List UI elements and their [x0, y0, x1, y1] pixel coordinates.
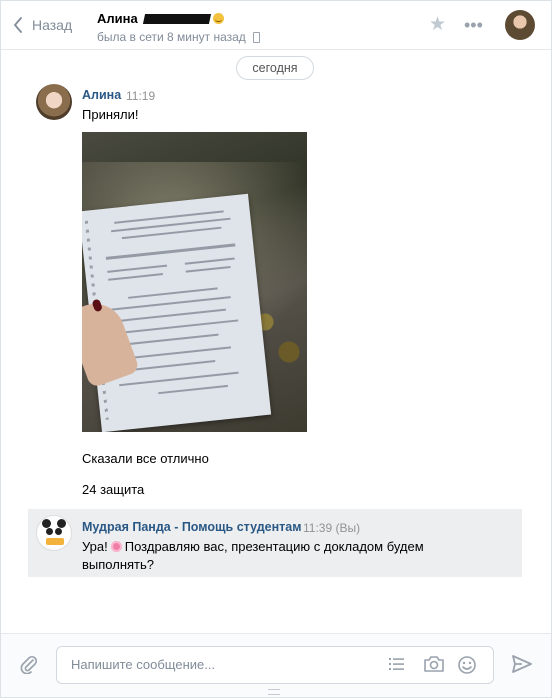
composer: Напишите сообщение... — [1, 633, 551, 697]
flower-emoji-icon — [110, 541, 122, 552]
status-text: была в сети 8 минут назад — [97, 30, 246, 44]
date-divider: сегодня — [236, 56, 314, 80]
contact-name[interactable]: Алина — [97, 11, 138, 26]
mobile-icon — [252, 31, 260, 43]
message-placeholder: Напишите сообщение... — [71, 657, 216, 672]
send-icon[interactable] — [511, 654, 533, 677]
message-input[interactable]: Напишите сообщение... — [56, 646, 494, 684]
message-text: Ура! Поздравляю вас, презентацию с доклад… — [82, 539, 424, 554]
paperclip-icon[interactable] — [19, 654, 39, 677]
message-text-part: Ура! — [82, 539, 108, 554]
chevron-left-icon — [13, 17, 22, 33]
chat-title[interactable]: Алина была в сети 8 минут назад — [97, 10, 260, 44]
header-avatar[interactable] — [505, 10, 535, 40]
smile-emoji-icon — [212, 13, 224, 24]
message-author[interactable]: Мудрая Панда - Помощь студентам — [82, 520, 301, 534]
camera-icon[interactable] — [423, 655, 445, 676]
avatar[interactable] — [36, 515, 72, 551]
resize-grip[interactable] — [268, 689, 280, 695]
photo-attachment[interactable] — [82, 132, 307, 432]
message-text-part: Поздравляю вас, презентацию с докладом б… — [124, 539, 424, 554]
avatar[interactable] — [36, 84, 72, 120]
online-status: была в сети 8 минут назад — [97, 30, 260, 44]
you-label: (Вы) — [335, 521, 361, 535]
redacted-surname — [142, 13, 211, 24]
message-text: 24 защита — [82, 482, 145, 497]
back-button[interactable]: Назад — [13, 15, 72, 35]
message-time[interactable]: 11:19 — [126, 89, 155, 103]
smile-icon[interactable] — [457, 655, 477, 678]
message-text: Сказали все отлично — [82, 451, 209, 466]
more-dots-icon[interactable]: ••• — [464, 15, 483, 35]
message-time[interactable]: 11:39 (Вы) — [303, 521, 360, 535]
message-text: Приняли! — [82, 107, 139, 122]
list-icon[interactable] — [388, 655, 406, 676]
back-label: Назад — [32, 17, 73, 33]
chat-header: Назад Алина была в сети 8 минут назад ★ … — [1, 1, 551, 50]
star-icon[interactable]: ★ — [429, 15, 446, 35]
message-author[interactable]: Алина — [82, 88, 121, 102]
message-text: выполнять? — [82, 557, 154, 572]
time-value: 11:39 — [303, 521, 333, 535]
